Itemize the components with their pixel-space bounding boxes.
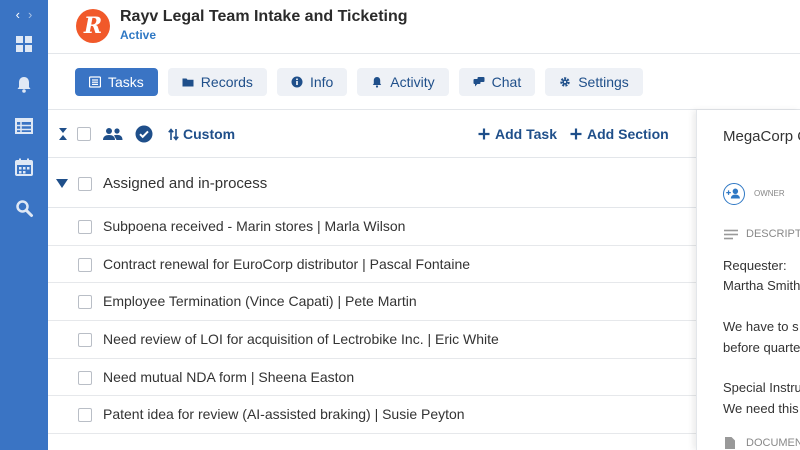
left-rail: ‹ › bbox=[0, 0, 48, 450]
completed-filter-icon[interactable] bbox=[135, 110, 153, 158]
tab-label: Tasks bbox=[108, 74, 144, 90]
task-title: Employee Termination (Vince Capati) | Pe… bbox=[103, 293, 417, 310]
task-title: Contract renewal for EuroCorp distributo… bbox=[103, 255, 471, 272]
tab-records[interactable]: Records bbox=[167, 68, 267, 96]
collapse-all-icon[interactable] bbox=[58, 110, 68, 158]
tab-info[interactable]: Info bbox=[276, 68, 348, 96]
task-checkbox[interactable] bbox=[78, 333, 92, 348]
task-checkbox[interactable] bbox=[78, 370, 92, 385]
task-toolbar: Custom Add Task Add Section bbox=[48, 110, 696, 158]
app-logo: R bbox=[76, 9, 110, 43]
tab-label: Records bbox=[200, 74, 253, 90]
task-row[interactable]: Contract renewal for EuroCorp distributo… bbox=[48, 246, 696, 284]
select-all-checkbox[interactable] bbox=[77, 127, 91, 141]
section-header: Assigned and in-process bbox=[48, 159, 696, 208]
tab-label: Activity bbox=[390, 74, 435, 90]
add-task-label: Add Task bbox=[495, 126, 557, 142]
bell-icon[interactable] bbox=[14, 74, 34, 94]
task-row[interactable]: Subpoena received - Marin stores | Marla… bbox=[48, 208, 696, 246]
tab-bar: Tasks Records Info Activity Chat Setting… bbox=[75, 68, 643, 96]
description-line: before quarte bbox=[723, 340, 800, 355]
add-section-label: Add Section bbox=[587, 126, 669, 142]
info-icon bbox=[291, 76, 303, 88]
tab-chat[interactable]: Chat bbox=[458, 68, 536, 96]
task-checkbox[interactable] bbox=[78, 408, 92, 423]
tab-label: Settings bbox=[578, 74, 629, 90]
bell-icon bbox=[373, 77, 382, 88]
gear-icon bbox=[560, 77, 570, 87]
description-line: We need this bbox=[723, 401, 799, 416]
description-line: We have to s bbox=[723, 319, 799, 334]
task-title: Need review of LOI for acquisition of Le… bbox=[103, 331, 499, 348]
sort-icon bbox=[168, 127, 179, 141]
document-icon bbox=[725, 437, 735, 449]
owner-label: OWNER bbox=[754, 189, 785, 198]
chevron-right-icon[interactable]: › bbox=[28, 7, 32, 22]
task-row[interactable]: Employee Termination (Vince Capati) | Pe… bbox=[48, 283, 696, 322]
task-checkbox[interactable] bbox=[78, 220, 92, 234]
task-list: Subpoena received - Marin stores | Marla… bbox=[48, 208, 696, 435]
table-icon[interactable] bbox=[14, 116, 34, 136]
folder-icon bbox=[182, 78, 194, 87]
requester-label: Requester: bbox=[723, 258, 787, 273]
task-title: Patent idea for review (AI-assisted brak… bbox=[103, 406, 465, 423]
list-icon bbox=[89, 76, 101, 88]
tab-tasks[interactable]: Tasks bbox=[75, 68, 158, 96]
tab-activity[interactable]: Activity bbox=[357, 68, 449, 96]
tab-label: Chat bbox=[491, 74, 522, 90]
sort-label: Custom bbox=[183, 126, 236, 142]
description-label: DESCRIPT bbox=[746, 228, 800, 240]
task-title: Subpoena received - Marin stores | Marla… bbox=[103, 218, 406, 234]
search-icon[interactable] bbox=[14, 198, 34, 218]
plus-icon bbox=[478, 128, 490, 140]
section-checkbox[interactable] bbox=[78, 177, 92, 191]
plus-icon bbox=[570, 128, 582, 140]
task-row[interactable]: Patent idea for review (AI-assisted brak… bbox=[48, 396, 696, 435]
task-detail-panel: MegaCorp C OWNER DESCRIPT Requester: Mar… bbox=[696, 110, 800, 450]
calendar-icon[interactable] bbox=[14, 157, 34, 177]
tab-settings[interactable]: Settings bbox=[545, 68, 643, 96]
add-section-button[interactable]: Add Section bbox=[570, 110, 669, 158]
status-badge: Active bbox=[120, 28, 157, 42]
chevron-left-icon[interactable]: ‹ bbox=[16, 7, 20, 22]
section-title: Assigned and in-process bbox=[103, 175, 268, 192]
page-title: Rayv Legal Team Intake and Ticketing bbox=[120, 8, 408, 25]
detail-title: MegaCorp C bbox=[723, 128, 800, 145]
assignees-icon[interactable] bbox=[103, 110, 123, 158]
task-row[interactable]: Need mutual NDA form | Sheena Easton bbox=[48, 359, 696, 397]
caret-down-icon[interactable] bbox=[56, 179, 68, 188]
task-row[interactable]: Need review of LOI for acquisition of Le… bbox=[48, 321, 696, 359]
rail-nav-arrows: ‹ › bbox=[0, 7, 48, 22]
sort-custom-button[interactable]: Custom bbox=[168, 110, 235, 158]
task-checkbox[interactable] bbox=[78, 257, 92, 272]
tab-label: Info bbox=[309, 74, 334, 90]
requester-name: Martha Smith bbox=[723, 278, 800, 293]
chat-icon bbox=[473, 77, 485, 87]
add-owner-icon[interactable] bbox=[723, 183, 745, 205]
documents-label: DOCUMEN bbox=[746, 437, 800, 449]
dashboard-icon[interactable] bbox=[14, 34, 34, 54]
task-title: Need mutual NDA form | Sheena Easton bbox=[103, 368, 355, 385]
description-line: Special Instru bbox=[723, 380, 800, 395]
description-icon bbox=[724, 229, 738, 240]
add-task-button[interactable]: Add Task bbox=[478, 110, 557, 158]
task-checkbox[interactable] bbox=[78, 295, 92, 310]
app-header: R Rayv Legal Team Intake and Ticketing A… bbox=[48, 0, 800, 54]
